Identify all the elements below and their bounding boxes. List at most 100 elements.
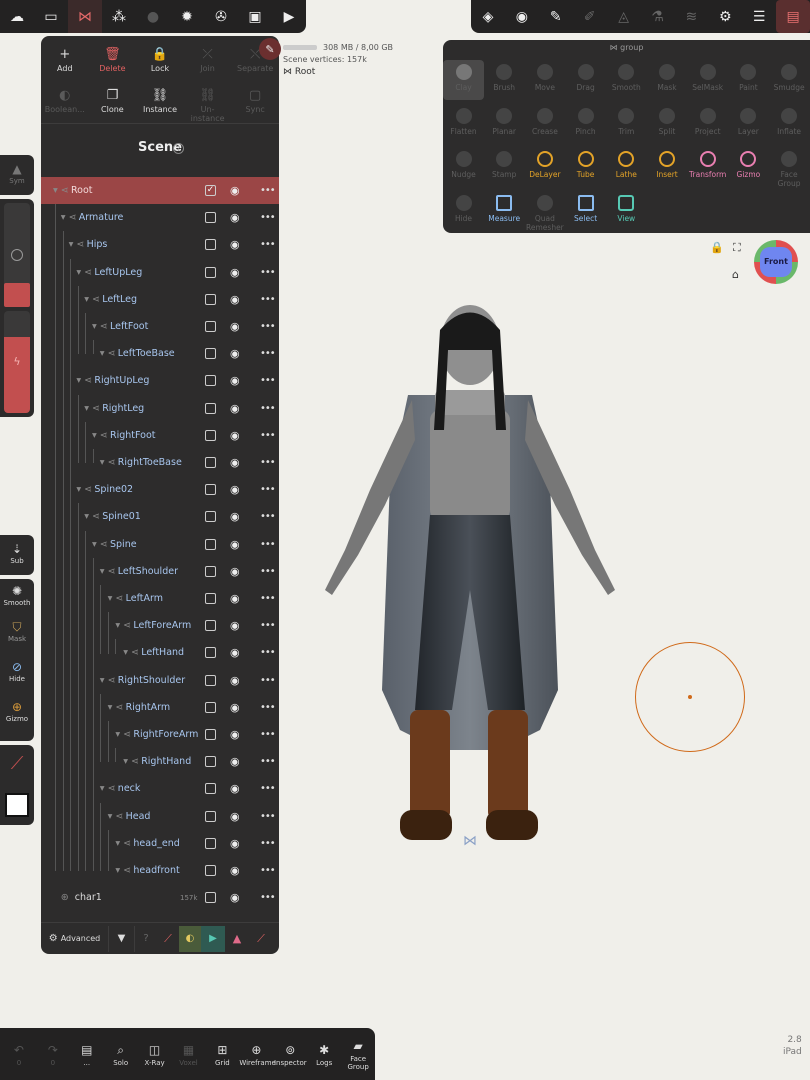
delete-button[interactable]: 🗑 Delete [89,46,137,73]
more-icon[interactable]: ••• [260,403,276,414]
eye-icon[interactable]: ◉ [230,184,240,197]
visibility-checkbox[interactable] [205,293,216,305]
more-icon[interactable]: ••• [260,457,276,468]
visibility-checkbox[interactable] [205,729,216,740]
flask-button[interactable]: ⚗ [641,0,675,33]
tool-inflate[interactable]: Inflate [769,104,810,144]
more-icon[interactable]: ••• [260,375,276,386]
eye-icon[interactable]: ◉ [230,619,240,632]
root-breadcrumb[interactable]: ⋈ Root [283,67,315,77]
visibility-checkbox[interactable] [205,239,216,251]
eye-icon[interactable]: ◉ [230,483,240,496]
tool-transform[interactable]: Transform [687,147,728,187]
eye-icon[interactable]: ◉ [230,674,240,687]
more-icon[interactable]: ••• [260,294,276,305]
undo-button[interactable]: ↶ 0 [2,1041,36,1067]
hide-button[interactable]: ⊘ Hide [0,659,34,699]
more-icon[interactable]: ••• [260,620,276,631]
eye-icon[interactable]: ◉ [230,293,240,306]
more-icon[interactable]: ••• [260,783,276,794]
redo-button[interactable]: ↷ 0 [36,1041,70,1067]
tool-project[interactable]: Project [687,104,728,144]
eye-icon[interactable]: ◉ [230,374,240,387]
visibility-checkbox[interactable] [205,484,216,496]
grid-button[interactable]: ⊞ Grid [205,1041,239,1067]
instance-button[interactable]: ⛓ Instance [136,87,184,123]
visibility-checkbox[interactable] [205,538,216,550]
folder-button[interactable]: ▭ [34,0,68,33]
settings-button[interactable]: ⚙ [708,0,742,33]
eye-icon[interactable]: ◉ [230,864,240,877]
eye-icon[interactable]: ◉ [230,238,240,251]
help-icon[interactable]: ? [173,143,184,154]
tool-measure[interactable]: Measure [484,191,525,231]
eye-icon[interactable]: ◉ [230,456,240,469]
visibility-checkbox[interactable] [205,865,216,876]
visibility-checkbox[interactable] [205,266,216,278]
frame-icon[interactable]: ⛶ [733,241,741,255]
eye-icon[interactable]: ◉ [230,510,240,523]
more-icon[interactable]: ••• [260,511,276,522]
character-model[interactable]: ⋈ [300,290,640,860]
more-icon[interactable]: ••• [260,484,276,495]
visibility-checkbox[interactable] [205,348,216,360]
pin-icon[interactable]: ✎ [259,38,281,60]
brush-button[interactable]: ✎ [539,0,573,33]
camera-toggle-icon[interactable]: ▶ [201,925,225,952]
more-icon[interactable]: ••• [260,729,276,740]
inspector-button[interactable]: ⊚ Inspector [273,1041,307,1067]
eye-icon[interactable]: ◉ [230,891,240,904]
tree-row[interactable]: ▾ ⋖ Armature ◉ ••• [41,204,279,231]
tool-trim[interactable]: Trim [606,104,647,144]
voxel-button[interactable]: ▦ Voxel [172,1041,206,1067]
tree-row[interactable]: ▾ ⋖ LeftUpLeg ◉ ••• [41,259,279,286]
eye-icon[interactable]: ◉ [230,538,240,551]
tool-drag[interactable]: Drag [565,60,606,100]
tool-crease[interactable]: Crease [524,104,565,144]
more-icon[interactable]: ••• [260,267,276,278]
tree-row[interactable]: ▾ ⋖ RightUpLeg ◉ ••• [41,367,279,394]
eye-icon[interactable]: ◉ [230,565,240,578]
tool-delayer[interactable]: DeLayer [524,147,565,187]
tool-hide[interactable]: Hide [443,191,484,231]
tool-smudge[interactable]: Smudge [769,60,810,100]
more-icon[interactable]: ••• [260,838,276,849]
eye-icon[interactable]: ◉ [230,402,240,415]
render-button[interactable]: ✇ [204,0,238,33]
sym-button[interactable]: ▲ Sym [0,155,34,185]
eye-icon[interactable]: ◉ [230,646,240,659]
eye-icon[interactable]: ◉ [230,782,240,795]
visibility-checkbox[interactable] [205,511,216,523]
tool-selmask[interactable]: SelMask [687,60,728,100]
more-icon[interactable]: ••• [260,702,276,713]
more-icon[interactable]: ••• [260,212,276,223]
smooth-button[interactable]: ✺ Smooth [0,579,34,619]
eye-icon[interactable]: ◉ [230,429,240,442]
more-icon[interactable]: ••• [260,321,276,332]
visibility-checkbox[interactable] [205,375,216,387]
eye-icon[interactable]: ◉ [230,810,240,823]
tools-palette-button[interactable]: ▤ [776,0,810,33]
visibility-checkbox[interactable] [205,783,216,795]
tool-smooth[interactable]: Smooth [606,60,647,100]
image-button[interactable]: ▣ [238,0,272,33]
more-icon[interactable]: ••• [260,348,276,359]
more-icon[interactable]: ••• [260,756,276,767]
xray-button[interactable]: ◫ X-Ray [138,1041,172,1067]
visibility-checkbox[interactable] [205,647,216,659]
slash-icon[interactable]: ⟋ [157,926,179,952]
tool-brush[interactable]: Brush [484,60,525,100]
menu-button[interactable]: ▤... [70,1041,104,1067]
tool-pinch[interactable]: Pinch [565,104,606,144]
visibility-checkbox[interactable]: ✓ [205,185,216,196]
tool-tube[interactable]: Tube [565,147,606,187]
add-button[interactable]: + Add [41,46,89,73]
eye-icon[interactable]: ◉ [230,837,240,850]
visibility-checkbox[interactable] [205,756,216,768]
help-circle-icon[interactable]: ? [135,926,157,952]
visibility-checkbox[interactable] [205,701,216,713]
more-icon[interactable]: ••• [260,185,276,196]
intensity-slider[interactable]: ϟ [4,311,30,413]
material-button[interactable]: ● [136,0,170,33]
tool-gizmo[interactable]: Gizmo [728,147,769,187]
